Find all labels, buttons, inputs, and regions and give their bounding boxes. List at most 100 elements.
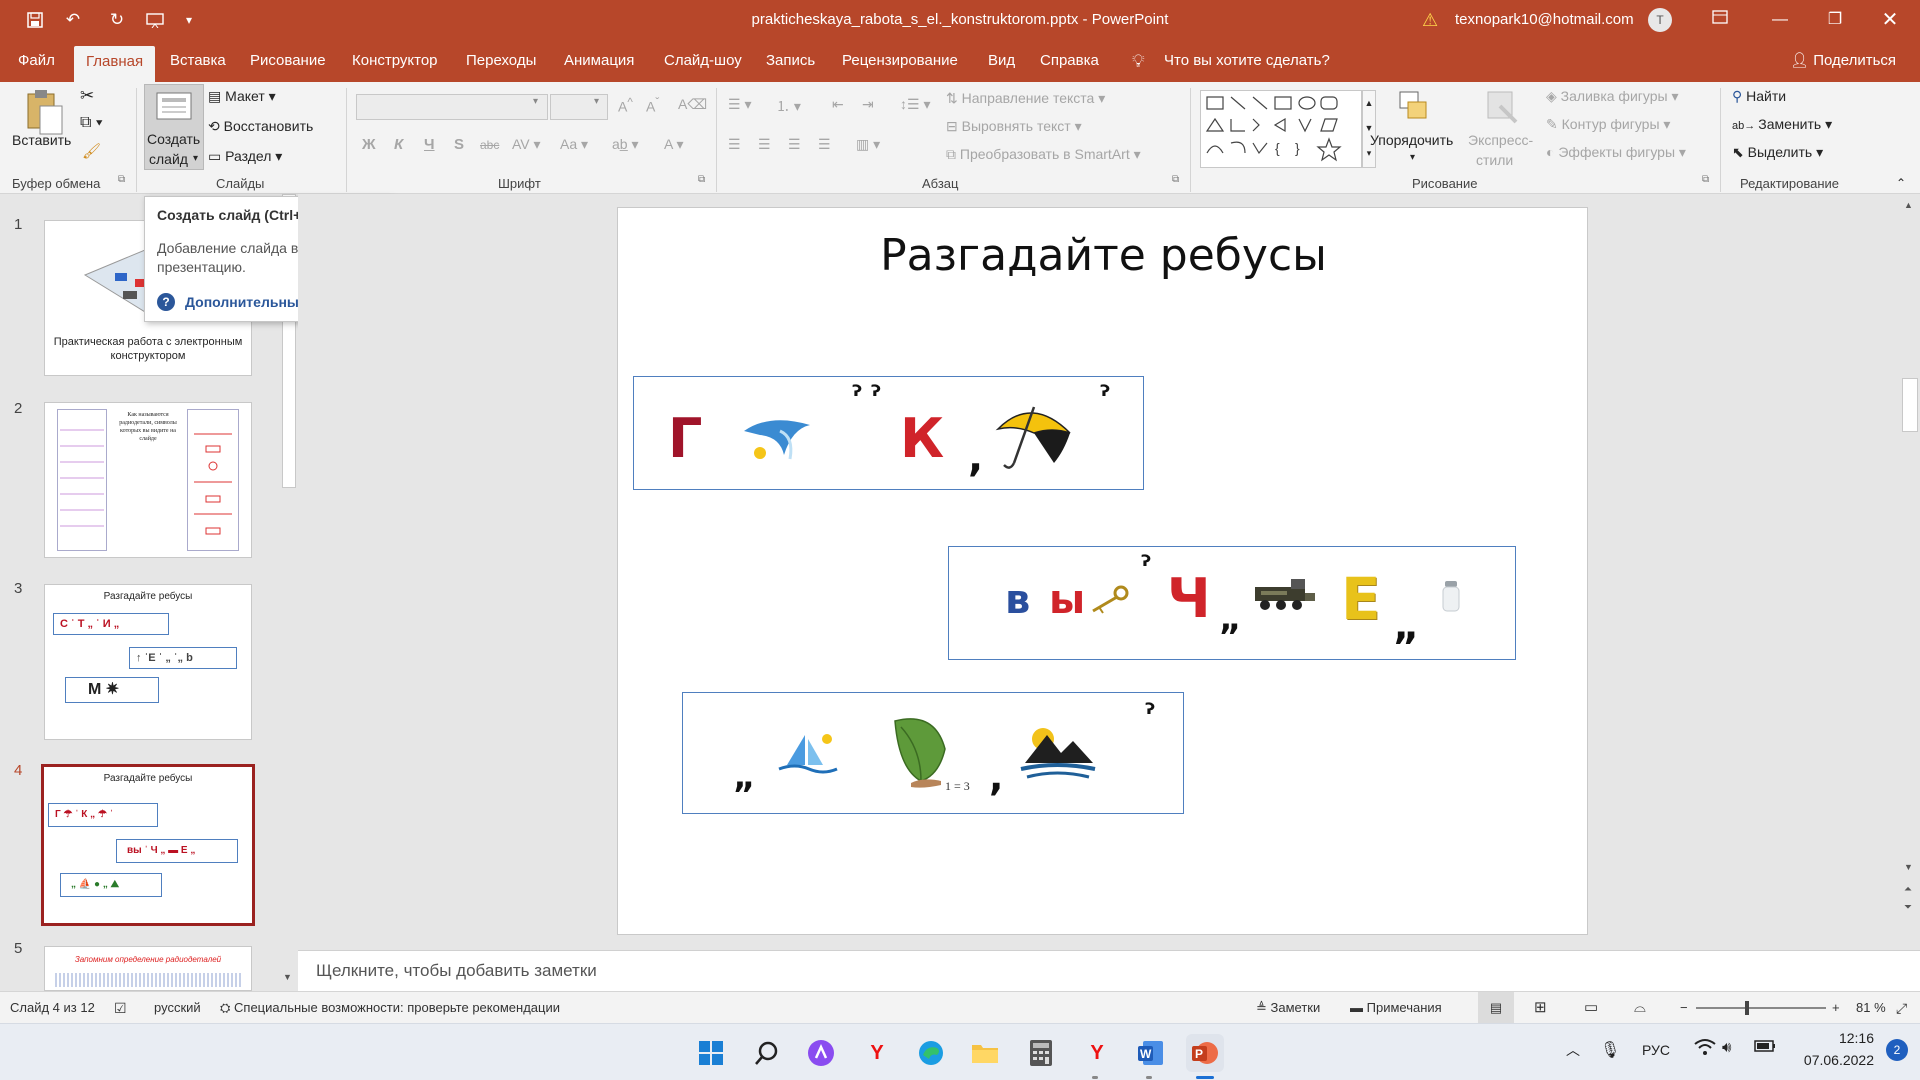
rebus-box-2[interactable]: в ы ˀ Ч „ Е „ xyxy=(948,546,1516,660)
shadow-button[interactable]: S xyxy=(454,136,464,153)
scroll-up-icon[interactable]: ▲ xyxy=(1904,200,1913,210)
thumbnail-slide-3[interactable]: Разгадайте ребусы С ˈ Т „ ˈ И „ ↑ ˈЕ ˈ „… xyxy=(44,584,252,740)
scroll-thumb[interactable] xyxy=(1902,378,1918,432)
thumbnail-slide-5[interactable]: Запомним определение радиодеталей xyxy=(44,946,252,991)
increase-font-icon[interactable]: A^ xyxy=(618,96,633,115)
slide-title[interactable]: Разгадайте ребусы xyxy=(618,230,1589,281)
redo-icon[interactable]: ↻ xyxy=(98,0,136,40)
reset-button[interactable]: ⟲ Восстановить xyxy=(208,118,313,135)
current-slide[interactable]: Разгадайте ребусы Г ˀ ˀ К , ˀ в ы ˀ Ч „ … xyxy=(617,207,1588,935)
shape-effects-button[interactable]: ◐ Эффекты фигуры ▾ xyxy=(1546,144,1686,161)
notes-placeholder[interactable]: Щелкните, чтобы добавить заметки xyxy=(316,961,597,981)
layout-button[interactable]: ▤ Макет ▾ xyxy=(208,88,276,105)
shapes-gallery[interactable]: {} xyxy=(1200,90,1362,168)
undo-icon[interactable]: ↶ xyxy=(54,0,92,40)
share-button[interactable]: 👤︎ Поделиться xyxy=(1786,40,1900,82)
minimize-icon[interactable]: — xyxy=(1755,0,1805,40)
find-button[interactable]: ⚲ Найти xyxy=(1732,88,1786,105)
notes-toggle[interactable]: ≜ Заметки xyxy=(1256,992,1320,1024)
format-painter-icon[interactable]: 🖌︎ xyxy=(82,142,101,160)
scroll-down-icon[interactable]: ▼ xyxy=(1904,862,1913,872)
drawing-launcher-icon[interactable]: ⧉ xyxy=(1702,174,1709,185)
line-spacing-icon[interactable]: ↕☰ ▾ xyxy=(900,96,930,113)
align-center-icon[interactable]: ☰ xyxy=(758,136,771,153)
start-icon[interactable] xyxy=(692,1034,730,1072)
justify-icon[interactable]: ☰ xyxy=(818,136,831,153)
calculator-icon[interactable] xyxy=(1022,1034,1060,1072)
previous-slide-icon[interactable]: ⏶ xyxy=(1904,884,1912,895)
tab-draw[interactable]: Рисование xyxy=(246,40,330,82)
customize-qat-icon[interactable]: ▾ xyxy=(170,0,208,40)
strikethrough-button[interactable]: abc xyxy=(480,138,499,152)
font-launcher-icon[interactable]: ⧉ xyxy=(698,174,705,185)
font-color-icon[interactable]: A ▾ xyxy=(664,136,683,153)
account-name[interactable]: texnopark10@hotmail.com xyxy=(1455,0,1634,40)
shape-outline-button[interactable]: ✎ Контур фигуры ▾ xyxy=(1546,116,1670,133)
clipboard-launcher-icon[interactable]: ⧉ xyxy=(118,174,125,185)
fit-to-window-icon[interactable]: ⤢ xyxy=(1896,992,1907,1024)
input-language[interactable]: РУС xyxy=(1642,1042,1670,1058)
quick-styles-icon[interactable] xyxy=(1482,88,1522,128)
italic-button[interactable]: К xyxy=(394,136,403,153)
yandex-browser-icon[interactable]: Y xyxy=(858,1034,896,1072)
zoom-in-icon[interactable]: + xyxy=(1832,992,1840,1024)
char-spacing-button[interactable]: AV ▾ xyxy=(512,136,541,153)
tab-animations[interactable]: Анимация xyxy=(560,40,638,82)
tab-insert[interactable]: Вставка xyxy=(166,40,230,82)
word-icon[interactable]: W xyxy=(1132,1034,1170,1072)
font-size-combo[interactable] xyxy=(550,94,608,120)
search-icon[interactable] xyxy=(748,1034,786,1072)
cut-icon[interactable]: ✂ xyxy=(80,86,94,106)
slide-scrollbar[interactable]: ▲ ▼ ⏶ ⏷ xyxy=(1900,194,1920,950)
replace-button[interactable]: ab→ Заменить ▾ xyxy=(1732,116,1832,133)
section-button[interactable]: ▭ Раздел ▾ xyxy=(208,148,282,165)
volume-icon[interactable]: 🔊︎ xyxy=(1722,1039,1731,1056)
powerpoint-icon[interactable]: P xyxy=(1186,1034,1224,1072)
alice-assistant-icon[interactable] xyxy=(802,1034,840,1072)
quick-styles-label-2[interactable]: стили xyxy=(1476,152,1513,168)
clear-formatting-icon[interactable]: A⌫ xyxy=(678,96,707,113)
slideshow-view-icon[interactable]: ⌓ xyxy=(1634,992,1646,1024)
new-slide-button[interactable]: Создать слайд ▾ xyxy=(144,84,204,170)
warning-icon[interactable]: ⚠ xyxy=(1422,10,1438,31)
restore-icon[interactable]: ❐ xyxy=(1810,0,1860,40)
tab-transitions[interactable]: Переходы xyxy=(462,40,540,82)
microphone-icon[interactable]: 🎙︎ xyxy=(1600,1040,1620,1060)
close-icon[interactable]: ✕ xyxy=(1865,0,1915,40)
tab-home[interactable]: Главная xyxy=(74,46,156,82)
underline-button[interactable]: Ч xyxy=(424,136,435,153)
spelling-icon[interactable]: ☑ xyxy=(114,992,127,1024)
select-button[interactable]: ⬉ Выделить ▾ xyxy=(1732,144,1823,161)
avatar[interactable]: T xyxy=(1648,8,1672,32)
zoom-level[interactable]: 81 % xyxy=(1856,992,1886,1024)
tab-help[interactable]: Справка xyxy=(1036,40,1103,82)
quick-styles-label-1[interactable]: Экспресс- xyxy=(1468,132,1533,148)
tab-slideshow[interactable]: Слайд-шоу xyxy=(660,40,746,82)
decrease-indent-icon[interactable]: ⇤ xyxy=(832,96,844,113)
accessibility-checker[interactable]: ⛭ Специальные возможности: проверьте рек… xyxy=(220,992,560,1024)
zoom-slider-thumb[interactable] xyxy=(1745,1001,1750,1015)
scroll-down-icon[interactable]: ▼ xyxy=(283,972,292,982)
columns-icon[interactable]: ▥ ▾ xyxy=(856,136,880,153)
align-left-icon[interactable]: ☰ xyxy=(728,136,741,153)
arrange-icon[interactable] xyxy=(1394,88,1434,128)
tell-me-search[interactable]: Что вы хотите сделать? xyxy=(1160,40,1334,82)
comments-toggle[interactable]: ▬ Примечания xyxy=(1350,992,1442,1024)
align-text-button[interactable]: ⊟ Выровнять текст ▾ xyxy=(946,118,1082,135)
save-icon[interactable] xyxy=(16,0,54,40)
reading-view-icon[interactable]: ▭ xyxy=(1584,992,1598,1024)
slideshow-from-start-icon[interactable] xyxy=(136,0,174,40)
battery-icon[interactable] xyxy=(1754,1039,1776,1057)
arrange-label[interactable]: Упорядочить xyxy=(1370,132,1453,148)
bullets-icon[interactable]: ☰ ▾ xyxy=(728,96,751,113)
text-direction-button[interactable]: ⇅ Направление текста ▾ xyxy=(946,90,1105,107)
numbering-icon[interactable]: ⒈ ▾ xyxy=(776,96,801,116)
highlight-icon[interactable]: ab̲ ▾ xyxy=(612,136,639,153)
wifi-icon[interactable] xyxy=(1694,1038,1716,1061)
chevron-down-icon[interactable]: ▾ xyxy=(1410,152,1415,163)
font-name-combo[interactable] xyxy=(356,94,548,120)
tab-review[interactable]: Рецензирование xyxy=(838,40,962,82)
slide-sorter-icon[interactable]: ⊞ xyxy=(1534,992,1547,1024)
ribbon-display-options-icon[interactable] xyxy=(1695,0,1745,40)
clock-date[interactable]: 07.06.2022 xyxy=(1790,1052,1874,1068)
